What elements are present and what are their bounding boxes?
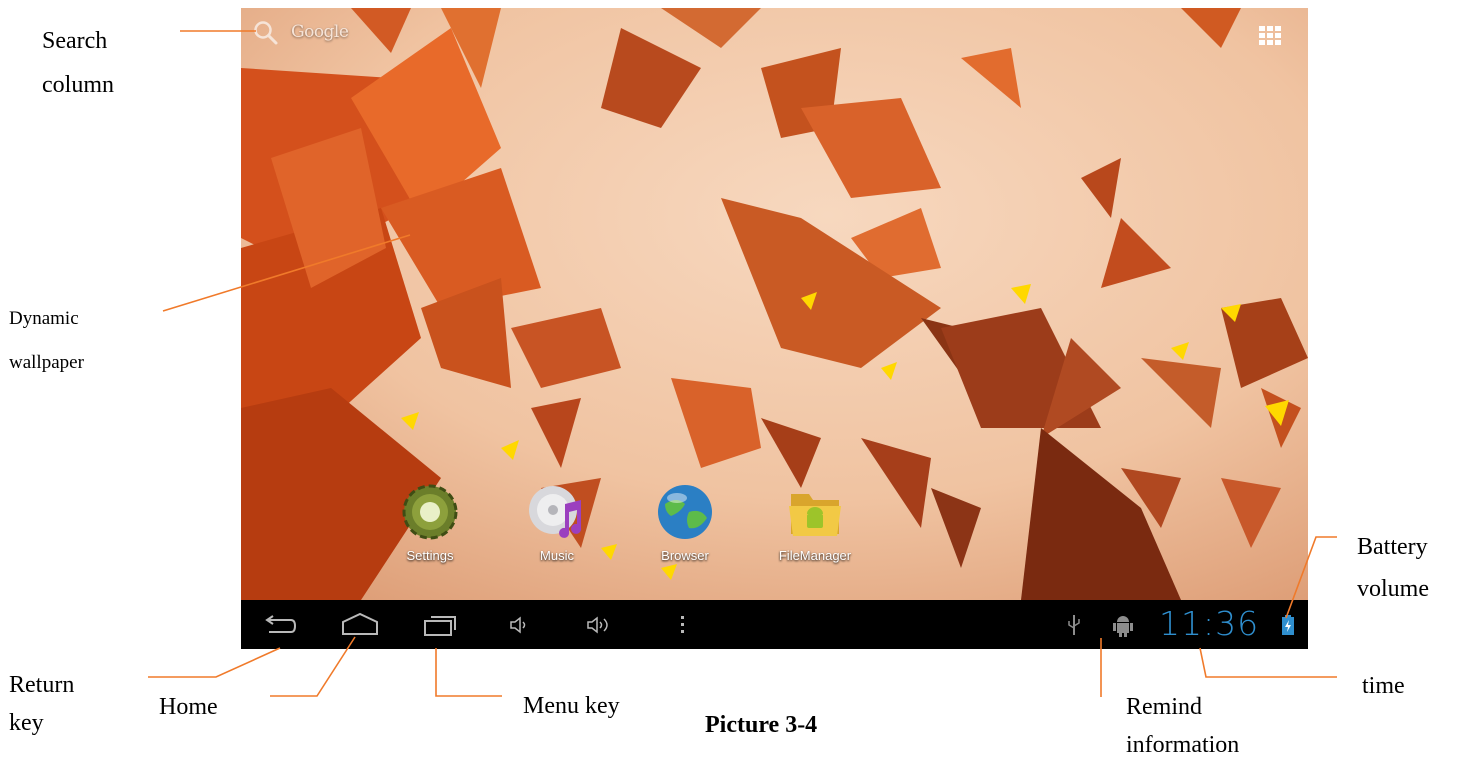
callout-return-key: Return key — [9, 672, 75, 736]
callout-battery-volume: Battery volume — [1357, 534, 1429, 602]
volume-up-icon[interactable] — [586, 615, 614, 635]
callout-remind-information: Remind information — [1126, 694, 1240, 758]
app-music[interactable]: Music — [502, 482, 612, 563]
search-icon[interactable] — [253, 20, 279, 46]
app-music-label: Music — [540, 548, 574, 563]
overflow-menu-icon[interactable] — [680, 614, 686, 636]
app-filemanager-label: FileManager — [778, 548, 852, 563]
callout-search-column: Search column — [42, 28, 114, 98]
android-debug-icon[interactable] — [1112, 612, 1134, 638]
back-icon[interactable] — [263, 614, 297, 636]
app-browser-label: Browser — [661, 548, 709, 563]
return-key-leader — [148, 647, 281, 678]
app-browser[interactable]: Browser — [630, 482, 740, 563]
callout-time: time — [1362, 673, 1405, 699]
folder-android-icon — [789, 494, 841, 536]
system-navigation-bar: 11:36 — [241, 600, 1308, 649]
battery-icon[interactable] — [1281, 614, 1295, 636]
app-filemanager[interactable]: FileManager — [760, 482, 870, 563]
app-settings[interactable]: Settings — [375, 482, 485, 563]
callout-home: Home — [159, 694, 218, 720]
music-disc-icon — [529, 486, 582, 538]
callout-dynamic-wallpaper: Dynamic wallpaper — [9, 308, 84, 373]
usb-icon[interactable] — [1067, 613, 1081, 637]
home-icon[interactable] — [341, 612, 379, 636]
app-settings-label: Settings — [406, 548, 454, 563]
volume-down-icon[interactable] — [509, 616, 529, 634]
tablet-screen: Google Settings Music Browser FileManage… — [241, 8, 1308, 649]
recent-apps-icon[interactable] — [423, 612, 459, 638]
time-leader — [1199, 647, 1337, 678]
menu-key-leader — [435, 648, 502, 697]
all-apps-grid-icon[interactable] — [1259, 26, 1283, 46]
settings-gear-icon — [402, 484, 458, 540]
globe-icon — [658, 485, 712, 539]
callout-menu-key: Menu key — [523, 693, 620, 719]
figure-caption: Picture 3-4 — [705, 712, 818, 738]
google-search-label[interactable]: Google — [291, 22, 349, 42]
status-clock[interactable]: 11:36 — [1159, 604, 1259, 643]
